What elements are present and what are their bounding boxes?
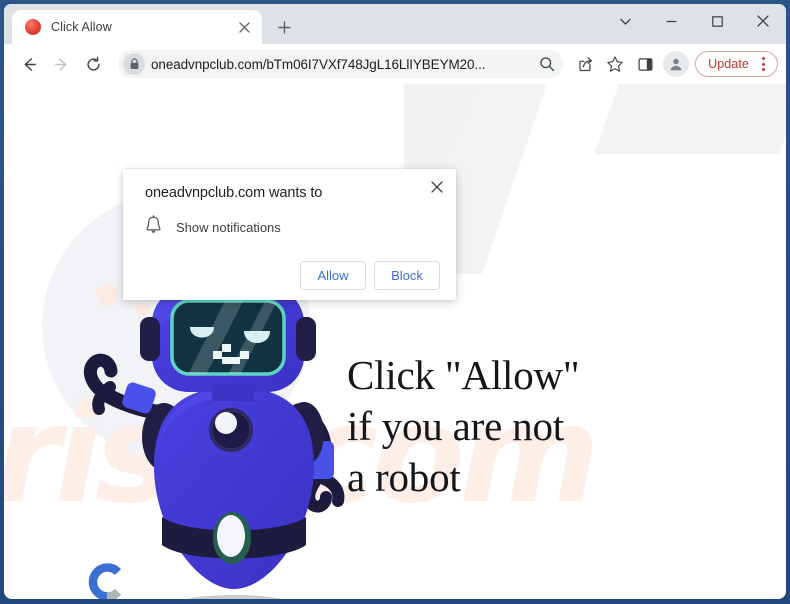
block-button[interactable]: Block	[374, 261, 440, 290]
reload-button[interactable]	[78, 49, 108, 79]
page-viewport: risk.com	[4, 84, 786, 599]
search-zoom-icon[interactable]	[535, 52, 559, 76]
headline-line-1: Click "Allow"	[347, 352, 580, 398]
allow-button[interactable]: Allow	[300, 261, 366, 290]
side-panel-icon[interactable]	[631, 50, 659, 78]
new-tab-button[interactable]	[270, 13, 298, 41]
notification-permission-dialog: oneadvnpclub.com wants to Show notificat…	[123, 169, 456, 300]
page-headline: Click "Allow" if you are not a robot	[347, 350, 580, 503]
permission-request-row: Show notifications	[145, 215, 440, 239]
close-icon[interactable]	[236, 19, 252, 35]
close-icon[interactable]	[427, 177, 447, 197]
profile-avatar-icon[interactable]	[663, 51, 690, 77]
three-dots-icon[interactable]	[754, 54, 772, 74]
minimize-button[interactable]	[648, 4, 694, 38]
browser-tab-click-allow[interactable]: Click Allow	[12, 10, 262, 44]
permission-actions: Allow Block	[145, 261, 440, 290]
c-ring-icon	[88, 563, 122, 599]
tab-search-button[interactable]	[602, 4, 648, 38]
close-window-button[interactable]	[740, 4, 786, 38]
robot-mascot-illustration	[66, 289, 366, 599]
bell-icon	[145, 215, 162, 239]
update-label: Update	[708, 57, 749, 71]
browser-toolbar: oneadvnpclub.com/bTm06I7VXf748JgL16LlIYB…	[4, 44, 786, 84]
share-icon[interactable]	[571, 50, 599, 78]
forward-button[interactable]	[46, 49, 76, 79]
browser-window: Click Allow oneadvnpclub.com/bTm06I7VXf7…	[4, 4, 786, 599]
update-button[interactable]: Update	[695, 51, 778, 77]
address-bar[interactable]: oneadvnpclub.com/bTm06I7VXf748JgL16LlIYB…	[118, 50, 564, 78]
tab-title: Click Allow	[51, 20, 112, 34]
maximize-button[interactable]	[694, 4, 740, 38]
background-watermark-shape	[404, 84, 786, 274]
headline-line-3: a robot	[347, 454, 461, 500]
star-icon[interactable]	[601, 50, 629, 78]
lock-icon[interactable]	[123, 53, 145, 75]
ecaptcha-logo: E-CAPTCHA	[79, 562, 135, 599]
headline-line-2: if you are not	[347, 403, 564, 449]
back-button[interactable]	[14, 49, 44, 79]
tab-strip: Click Allow	[4, 4, 786, 44]
red-circle-favicon	[25, 19, 41, 35]
permission-dialog-title: oneadvnpclub.com wants to	[145, 185, 323, 201]
permission-request-label: Show notifications	[176, 219, 281, 235]
window-controls	[602, 4, 786, 38]
os-window-frame: Click Allow oneadvnpclub.com/bTm06I7VXf7…	[0, 0, 790, 604]
url-text[interactable]: oneadvnpclub.com/bTm06I7VXf748JgL16LlIYB…	[151, 57, 529, 72]
